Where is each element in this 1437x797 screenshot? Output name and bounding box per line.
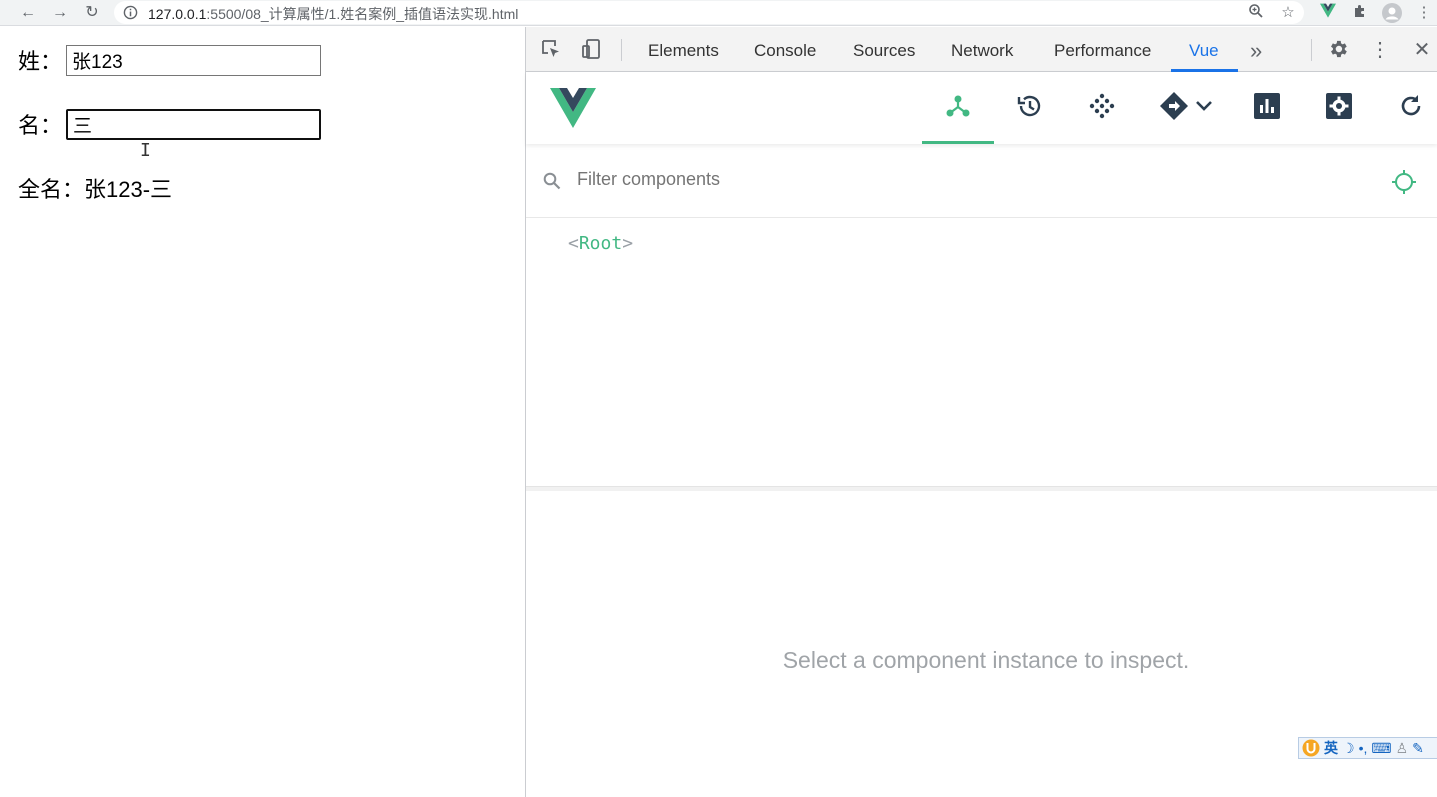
filter-components-input[interactable] xyxy=(577,169,1277,190)
vue-settings-icon[interactable] xyxy=(1321,86,1357,126)
performance-chart-icon[interactable] xyxy=(1249,86,1285,126)
plugins-grid-icon[interactable] xyxy=(1084,86,1120,126)
timeline-history-icon[interactable] xyxy=(1012,86,1048,126)
url-omnibox[interactable]: 127.0.0.1:5500/08_计算属性/1.姓名案例_插值语法实现.htm… xyxy=(114,1,1304,24)
first-name-label: 名： xyxy=(18,113,63,138)
tag-close-bracket: > xyxy=(622,233,634,254)
wrench-icon[interactable]: ✎ xyxy=(1412,738,1424,758)
filter-components-row xyxy=(526,144,1437,218)
tab-vue[interactable]: Vue xyxy=(1189,41,1219,61)
pane-divider[interactable] xyxy=(526,486,1437,491)
search-icon xyxy=(543,172,561,190)
vue-extension-icon[interactable] xyxy=(1318,3,1338,23)
ime-mode-label[interactable]: 英 xyxy=(1324,738,1338,758)
routing-dropdown-icon[interactable] xyxy=(1156,86,1216,126)
full-name-text: 全名：张123-三 xyxy=(18,177,173,202)
tab-performance[interactable]: Performance xyxy=(1054,41,1151,61)
tag-open-bracket: < xyxy=(568,233,579,254)
text-cursor-icon: I xyxy=(140,140,151,161)
keyboard-icon[interactable]: ⌨ xyxy=(1371,738,1391,758)
url-text: 127.0.0.1:5500/08_计算属性/1.姓名案例_插值语法实现.htm… xyxy=(148,6,519,22)
punctuation-icon[interactable]: •, xyxy=(1359,738,1368,758)
extensions-puzzle-icon[interactable] xyxy=(1350,3,1370,23)
select-component-target-icon[interactable] xyxy=(1392,170,1416,194)
close-devtools-icon[interactable]: ✕ xyxy=(1410,38,1434,62)
toolbar-divider xyxy=(621,39,622,61)
back-arrow-icon[interactable]: ← xyxy=(18,3,38,23)
devtools-tab-bar: Elements Console Sources Network Perform… xyxy=(526,27,1437,72)
reload-icon[interactable]: ↻ xyxy=(82,3,102,23)
last-name-input[interactable] xyxy=(66,44,321,76)
bookmark-star-icon[interactable]: ☆ xyxy=(1278,3,1298,23)
last-name-row: 姓： xyxy=(18,44,321,76)
browser-menu-icon[interactable]: ⋮ xyxy=(1414,3,1434,23)
zoom-icon[interactable] xyxy=(1246,3,1266,23)
first-name-input[interactable] xyxy=(66,108,321,140)
devtools-menu-kebab-icon[interactable]: ⋮ xyxy=(1368,38,1392,62)
tab-console[interactable]: Console xyxy=(754,41,816,61)
devtools-panel: Elements Console Sources Network Perform… xyxy=(526,27,1437,797)
last-name-label: 姓： xyxy=(18,49,63,74)
devtools-settings-gear-icon[interactable] xyxy=(1326,38,1350,62)
moon-icon[interactable]: ☽ xyxy=(1342,738,1355,758)
vue-devtools-toolbar xyxy=(526,72,1437,144)
refresh-icon[interactable] xyxy=(1393,86,1429,126)
site-info-icon[interactable] xyxy=(123,5,138,20)
tab-sources[interactable]: Sources xyxy=(853,41,915,61)
page-content: 姓： 名： I 全名：张123-三 xyxy=(0,27,525,797)
forward-arrow-icon[interactable]: → xyxy=(50,3,70,23)
more-tabs-icon[interactable]: » xyxy=(1250,38,1262,64)
device-toolbar-icon[interactable] xyxy=(580,38,604,62)
vue-logo-icon xyxy=(550,88,596,128)
components-tree-icon[interactable] xyxy=(940,86,976,126)
tab-elements[interactable]: Elements xyxy=(648,41,719,61)
ime-logo-icon[interactable] xyxy=(1302,739,1320,757)
component-tree-root[interactable]: <Root> xyxy=(568,233,633,254)
browser-address-bar: ← → ↻ 127.0.0.1:5500/08_计算属性/1.姓名案例_插值语法… xyxy=(0,0,1437,26)
first-name-row: 名： xyxy=(18,108,321,140)
tab-network[interactable]: Network xyxy=(951,41,1013,61)
ime-status-bar: 英 ☽ •, ⌨ ♙ ✎ xyxy=(1298,737,1437,759)
user-icon[interactable]: ♙ xyxy=(1396,738,1409,758)
inspect-element-icon[interactable] xyxy=(539,38,563,62)
inspect-empty-message: Select a component instance to inspect. xyxy=(782,647,1190,673)
root-component-name: Root xyxy=(578,233,623,254)
profile-avatar-icon[interactable] xyxy=(1382,3,1402,23)
toolbar-divider xyxy=(1311,39,1312,61)
